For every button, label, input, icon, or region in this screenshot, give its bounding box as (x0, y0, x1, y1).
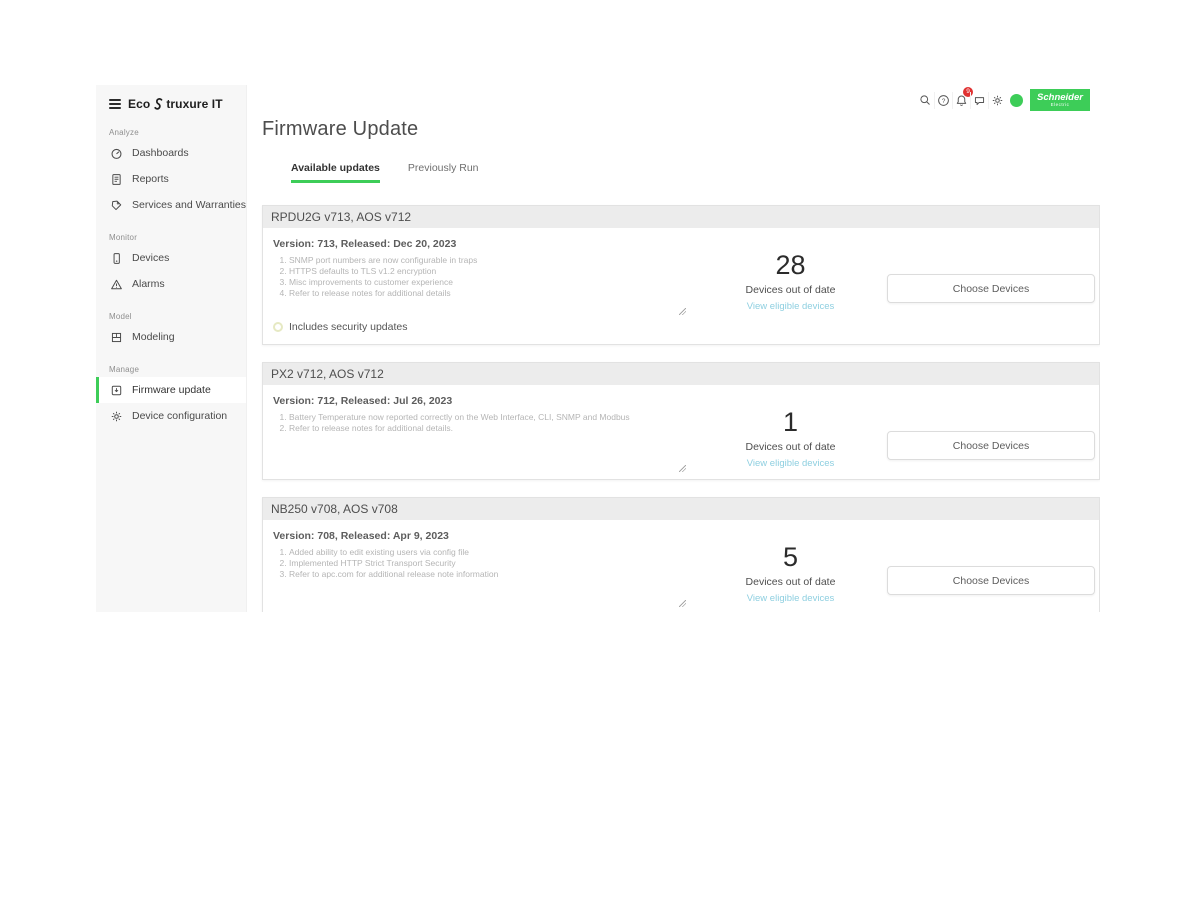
sidebar-section-monitor: Monitor (109, 233, 246, 242)
device-icon (109, 252, 123, 265)
firmware-update-icon (109, 384, 123, 397)
release-notes-area[interactable]: Added ability to edit existing users via… (273, 547, 688, 609)
sidebar-item-dashboards[interactable]: Dashboards (96, 140, 246, 166)
logo-text-eco: Eco (128, 97, 150, 111)
firmware-card-rpdu2g: RPDU2G v713, AOS v712 Version: 713, Rele… (262, 205, 1100, 345)
card-title: NB250 v708, AOS v708 (263, 498, 1099, 520)
resize-grip-icon[interactable] (679, 600, 686, 607)
card-title: RPDU2G v713, AOS v712 (263, 206, 1099, 228)
out-of-date-summary: 1 Devices out of date View eligible devi… (698, 393, 883, 474)
page-title: Firmware Update (262, 118, 1100, 141)
service-tag-icon (109, 199, 123, 212)
logo-text-truxure: truxure IT (166, 97, 222, 111)
release-notes-list: SNMP port numbers are now configurable i… (273, 255, 688, 299)
sidebar-item-label: Alarms (132, 278, 165, 290)
sidebar-item-modeling[interactable]: Modeling (96, 324, 246, 350)
security-icon (273, 322, 283, 332)
sidebar-header: Eco truxure IT (96, 85, 246, 113)
sidebar-item-label: Modeling (132, 331, 175, 343)
release-note: SNMP port numbers are now configurable i… (289, 255, 688, 266)
alarm-triangle-icon (109, 278, 123, 291)
firmware-card-px2: PX2 v712, AOS v712 Version: 712, Release… (262, 362, 1100, 480)
card-release-info: Version: 713, Released: Dec 20, 2023 SNM… (273, 236, 698, 333)
sidebar-item-device-configuration[interactable]: Device configuration (96, 403, 246, 429)
release-note: Added ability to edit existing users via… (289, 547, 688, 558)
sidebar-item-reports[interactable]: Reports (96, 166, 246, 192)
out-of-date-summary: 28 Devices out of date View eligible dev… (698, 236, 883, 333)
view-eligible-devices-link[interactable]: View eligible devices (747, 593, 835, 604)
tab-previously-run[interactable]: Previously Run (408, 162, 479, 183)
release-note: Refer to apc.com for additional release … (289, 569, 688, 580)
app-logo: Eco truxure IT (128, 97, 223, 111)
sidebar-item-devices[interactable]: Devices (96, 245, 246, 271)
release-notes-area[interactable]: SNMP port numbers are now configurable i… (273, 255, 688, 317)
sidebar-section-analyze: Analyze (109, 128, 246, 137)
devices-count-label: Devices out of date (698, 441, 883, 453)
tab-bar: Available updates Previously Run (291, 162, 1100, 183)
card-release-info: Version: 712, Released: Jul 26, 2023 Bat… (273, 393, 698, 474)
reports-icon (109, 173, 123, 186)
modeling-icon (109, 331, 123, 344)
tab-available-updates[interactable]: Available updates (291, 162, 380, 183)
release-note: Refer to release notes for additional de… (289, 423, 688, 434)
sidebar-item-alarms[interactable]: Alarms (96, 271, 246, 297)
resize-grip-icon[interactable] (679, 465, 686, 472)
release-note: Misc improvements to customer experience (289, 277, 688, 288)
view-eligible-devices-link[interactable]: View eligible devices (747, 458, 835, 469)
release-notes-list: Added ability to edit existing users via… (273, 547, 688, 580)
release-notes-area[interactable]: Battery Temperature now reported correct… (273, 412, 688, 474)
devices-count: 5 (698, 542, 883, 573)
sidebar-section-model: Model (109, 312, 246, 321)
main-content: Firmware Update Available updates Previo… (247, 85, 1100, 612)
release-note: Battery Temperature now reported correct… (289, 412, 688, 423)
ecostruxure-symbol-icon (151, 97, 165, 111)
sidebar-item-label: Reports (132, 173, 169, 185)
menu-icon[interactable] (109, 99, 121, 109)
sidebar-section-manage: Manage (109, 365, 246, 374)
release-note: Refer to release notes for additional de… (289, 288, 688, 299)
resize-grip-icon[interactable] (679, 308, 686, 315)
sidebar-item-services-warranties[interactable]: Services and Warranties (96, 192, 246, 218)
choose-devices-button[interactable]: Choose Devices (887, 274, 1095, 303)
version-line: Version: 713, Released: Dec 20, 2023 (273, 238, 698, 250)
release-notes-list: Battery Temperature now reported correct… (273, 412, 688, 434)
sidebar: Eco truxure IT Analyze Dashboards Report… (96, 85, 247, 612)
view-eligible-devices-link[interactable]: View eligible devices (747, 301, 835, 312)
devices-count-label: Devices out of date (698, 284, 883, 296)
dashboards-icon (109, 147, 123, 160)
devices-count: 1 (698, 407, 883, 438)
version-line: Version: 712, Released: Jul 26, 2023 (273, 395, 698, 407)
security-updates-row: Includes security updates (273, 321, 698, 333)
version-line: Version: 708, Released: Apr 9, 2023 (273, 530, 698, 542)
release-note: Implemented HTTP Strict Transport Securi… (289, 558, 688, 569)
firmware-card-nb250: NB250 v708, AOS v708 Version: 708, Relea… (262, 497, 1100, 612)
choose-devices-button[interactable]: Choose Devices (887, 566, 1095, 595)
card-title: PX2 v712, AOS v712 (263, 363, 1099, 385)
devices-count: 28 (698, 250, 883, 281)
sidebar-item-label: Services and Warranties (132, 199, 246, 211)
devices-count-label: Devices out of date (698, 576, 883, 588)
security-label: Includes security updates (289, 321, 407, 333)
release-note: HTTPS defaults to TLS v1.2 encryption (289, 266, 688, 277)
sidebar-item-firmware-update[interactable]: Firmware update (96, 377, 246, 403)
choose-devices-button[interactable]: Choose Devices (887, 431, 1095, 460)
sidebar-item-label: Dashboards (132, 147, 189, 159)
card-release-info: Version: 708, Released: Apr 9, 2023 Adde… (273, 528, 698, 609)
out-of-date-summary: 5 Devices out of date View eligible devi… (698, 528, 883, 609)
device-config-gear-icon (109, 410, 123, 423)
update-cards: RPDU2G v713, AOS v712 Version: 713, Rele… (262, 205, 1100, 612)
sidebar-item-label: Device configuration (132, 410, 227, 422)
sidebar-item-label: Devices (132, 252, 169, 264)
sidebar-item-label: Firmware update (132, 384, 211, 396)
app-window: Eco truxure IT Analyze Dashboards Report… (96, 85, 1100, 612)
